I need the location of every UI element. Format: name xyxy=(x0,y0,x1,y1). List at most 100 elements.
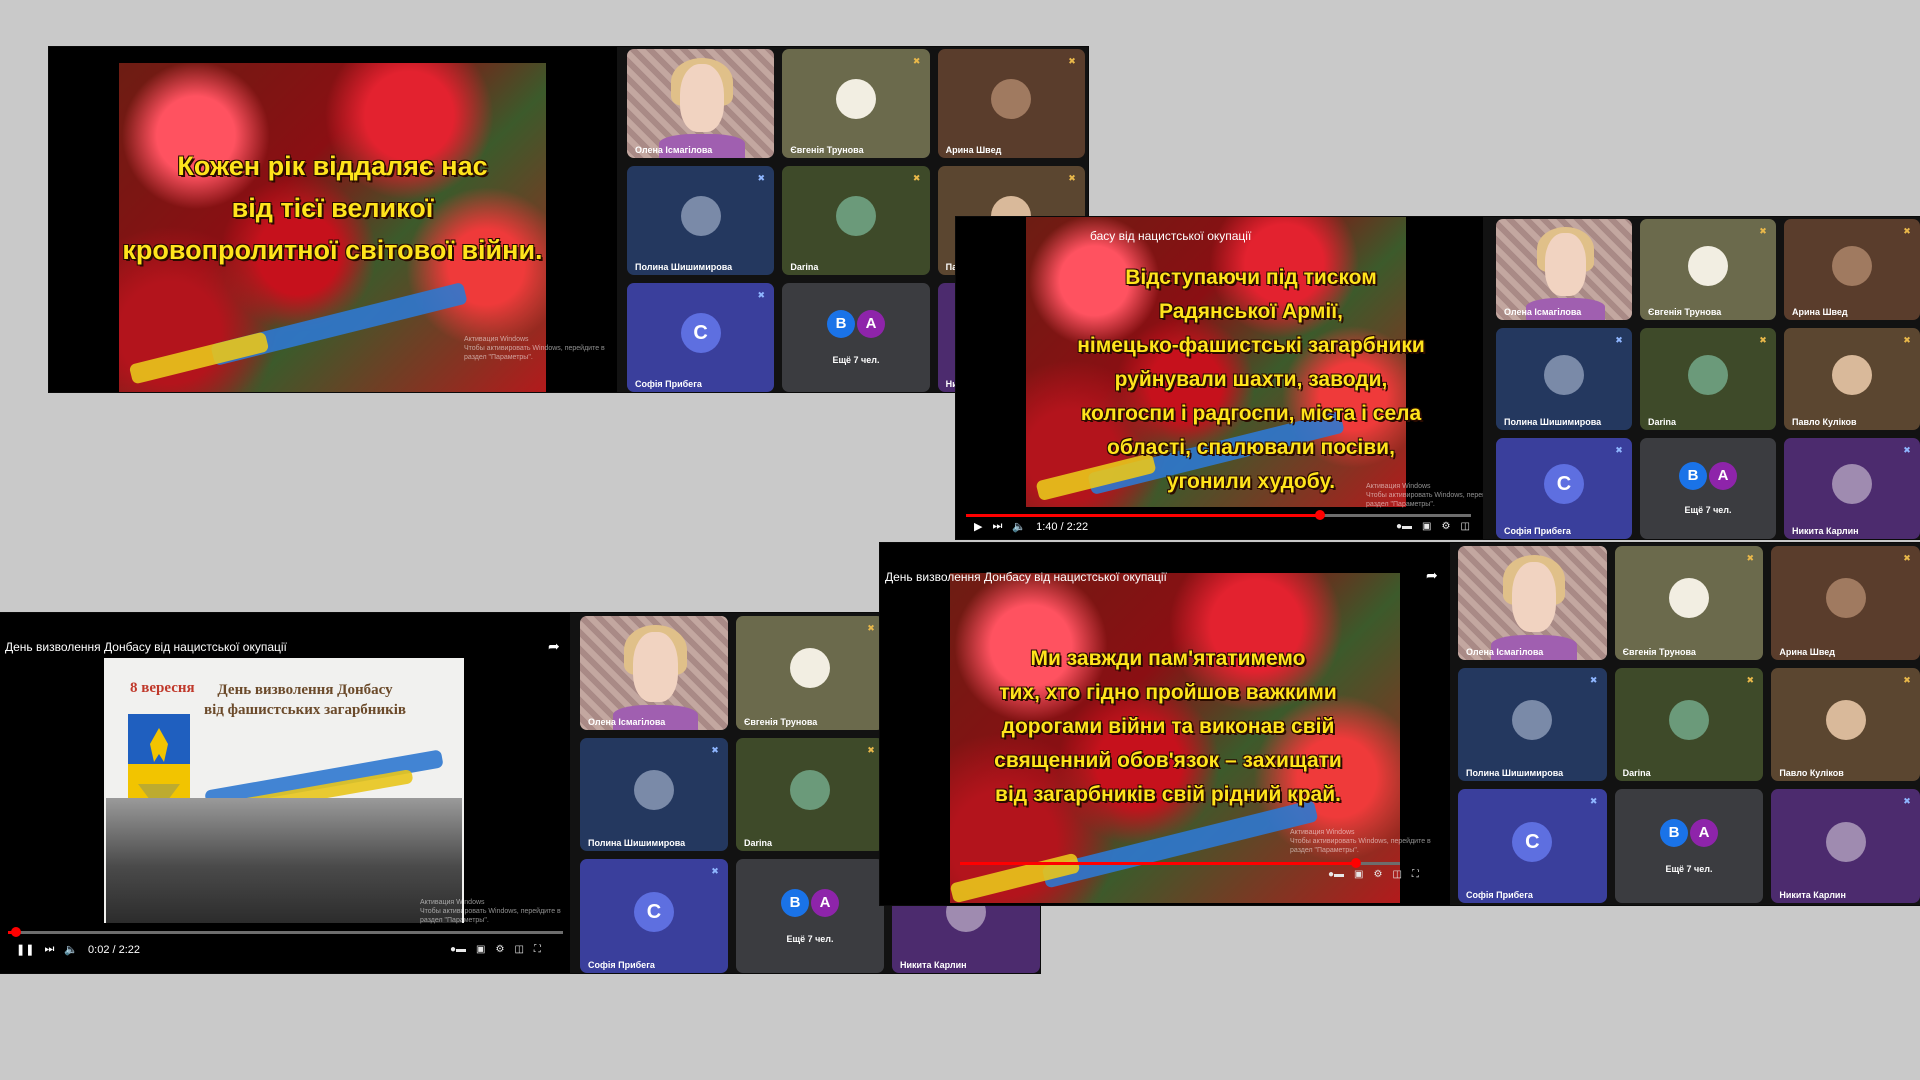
windows-watermark: Активация Windows Чтобы активировать Wind… xyxy=(1366,483,1483,508)
avatar xyxy=(1544,354,1584,395)
cast-icon[interactable]: ◫ xyxy=(1392,869,1401,880)
participant-tile[interactable]: B A Ещё 7 чел. xyxy=(736,859,884,973)
autoplay-toggle-icon[interactable]: ●▬ xyxy=(1328,869,1344,880)
participant-tile[interactable]: Євгенія Трунова ✖ xyxy=(1614,546,1764,660)
participant-tile[interactable]: Євгенія Трунова ✖ xyxy=(782,49,930,158)
avatar xyxy=(790,648,830,689)
participant-name: Софія Прибега xyxy=(1504,526,1571,536)
participant-tile[interactable]: Олена Ісмагілова xyxy=(580,616,728,730)
autoplay-toggle-icon[interactable]: ●▬ xyxy=(1396,521,1412,532)
participant-tile[interactable]: Арина Швед ✖ xyxy=(1784,219,1920,321)
mic-muted-icon: ✖ xyxy=(1615,444,1623,455)
video-player[interactable]: День визволення Донбасу від нацистської … xyxy=(880,543,1450,905)
participant-name: Никита Карлин xyxy=(1779,889,1846,900)
war-photo xyxy=(106,798,462,923)
avatar xyxy=(1825,578,1866,619)
participant-name: Darina xyxy=(790,262,819,272)
cast-icon[interactable]: ◫ xyxy=(514,944,523,955)
participants-grid: Олена ІсмагіловаЄвгенія Трунова✖Арина Шв… xyxy=(1458,546,1920,903)
participant-tile[interactable]: Полина Шишимирова ✖ xyxy=(1496,328,1632,430)
participant-tile[interactable]: Полина Шишимирова ✖ xyxy=(627,166,775,275)
pause-icon[interactable]: ❚❚ xyxy=(16,943,34,956)
player-controls-right: ●▬ ▣ ⚙ ◫ xyxy=(1396,521,1470,532)
avatar xyxy=(1825,821,1866,862)
avatar xyxy=(991,79,1032,120)
subtitle-text: Ми завжди пам'ятатимемо тих, хто гідно п… xyxy=(994,647,1342,806)
participant-tile[interactable]: C Софія Прибега ✖ xyxy=(627,283,775,392)
video-progress-bar[interactable] xyxy=(8,927,563,937)
mic-muted-icon: ✖ xyxy=(1903,796,1911,807)
participant-tile[interactable]: Євгенія Трунова ✖ xyxy=(736,616,884,730)
participant-tile[interactable]: Никита Карлин ✖ xyxy=(1784,437,1920,539)
avatar xyxy=(1512,699,1553,740)
avatar xyxy=(1825,699,1866,740)
play-icon[interactable]: ▶ xyxy=(974,520,982,533)
video-player[interactable]: Кожен рік віддаляє нас від тієї великої … xyxy=(49,47,617,392)
participant-video xyxy=(1496,219,1632,321)
participant-tile[interactable]: B A Ещё 7 чел. xyxy=(782,283,930,392)
more-participants-label: Ещё 7 чел. xyxy=(1665,864,1713,875)
participant-name: Євгенія Трунова xyxy=(790,145,864,155)
participant-tile[interactable]: Darina ✖ xyxy=(1640,328,1776,430)
participant-tile[interactable]: Олена Ісмагілова xyxy=(1458,546,1607,660)
participant-tile[interactable]: Darina ✖ xyxy=(736,737,884,852)
avatar xyxy=(1832,354,1872,395)
share-icon[interactable]: ➦ xyxy=(548,638,560,655)
volume-icon[interactable]: 🔈 xyxy=(1012,520,1026,533)
participant-tile[interactable]: Никита Карлин ✖ xyxy=(1771,789,1920,903)
captions-icon[interactable]: ▣ xyxy=(1354,869,1363,880)
avatar xyxy=(790,769,830,810)
participant-name: Арина Швед xyxy=(1779,646,1835,657)
progress-knob[interactable] xyxy=(11,927,22,937)
participant-tile[interactable]: Darina ✖ xyxy=(1614,667,1764,782)
participant-tile[interactable]: Павло Кулiков ✖ xyxy=(1784,328,1920,430)
avatar: C xyxy=(634,891,674,932)
settings-gear-icon[interactable]: ⚙ xyxy=(1442,521,1451,532)
avatar: C xyxy=(680,313,721,354)
cast-icon[interactable]: ◫ xyxy=(1460,521,1469,532)
participant-name: Євгенія Трунова xyxy=(1648,307,1722,318)
participant-tile[interactable]: Олена Ісмагілова xyxy=(1496,219,1632,321)
participant-tile[interactable]: B A Ещё 7 чел. xyxy=(1614,789,1764,903)
captions-icon[interactable]: ▣ xyxy=(1422,521,1431,532)
participant-tile[interactable]: Олена Ісмагілова xyxy=(627,49,775,158)
progress-knob[interactable] xyxy=(1314,510,1325,520)
participant-tile[interactable]: Полина Шишимирова ✖ xyxy=(580,737,728,852)
mic-muted-icon: ✖ xyxy=(1903,335,1911,346)
autoplay-toggle-icon[interactable]: ●▬ xyxy=(450,944,466,955)
progress-knob[interactable] xyxy=(1351,858,1361,868)
avatar xyxy=(835,196,876,237)
participant-name: Олена Ісмагілова xyxy=(635,145,713,155)
settings-gear-icon[interactable]: ⚙ xyxy=(496,944,505,955)
participant-tile[interactable]: Павло Кулiков ✖ xyxy=(1771,667,1920,782)
share-icon[interactable]: ➦ xyxy=(1426,567,1438,584)
captions-icon[interactable]: ▣ xyxy=(476,944,485,955)
avatar xyxy=(1832,245,1872,286)
participant-tile[interactable]: C Софія Прибега ✖ xyxy=(1496,437,1632,539)
mic-muted-icon: ✖ xyxy=(1068,56,1076,66)
participant-tile[interactable]: Полина Шишимирова ✖ xyxy=(1458,667,1607,782)
fullscreen-icon[interactable]: ⛶ xyxy=(534,944,541,955)
settings-gear-icon[interactable]: ⚙ xyxy=(1374,869,1383,880)
participant-tile[interactable]: Darina ✖ xyxy=(782,166,930,275)
next-icon[interactable]: ⏭ xyxy=(44,943,54,956)
video-progress-bar[interactable] xyxy=(960,858,1400,868)
volume-icon[interactable]: 🔈 xyxy=(64,943,78,956)
participant-tile[interactable]: Арина Швед ✖ xyxy=(937,49,1085,158)
participant-tile[interactable]: Арина Швед ✖ xyxy=(1771,546,1920,660)
video-player[interactable]: День визволення Донбасу від нацистської … xyxy=(0,613,570,973)
video-progress-bar[interactable] xyxy=(966,510,1471,520)
video-title: басу від нацистської окупації xyxy=(1090,229,1252,243)
participant-tile[interactable]: Євгенія Трунова ✖ xyxy=(1640,219,1776,321)
next-icon[interactable]: ⏭ xyxy=(992,520,1002,533)
fullscreen-icon[interactable]: ⛶ xyxy=(1412,869,1419,880)
progress-fill xyxy=(960,862,1356,865)
player-controls: ▶ ⏭ 🔈 1:40 / 2:22 xyxy=(974,520,1088,533)
video-player[interactable]: басу від нацистської окупації Відступаюч… xyxy=(956,217,1483,539)
participant-tile[interactable]: C Софія Прибега ✖ xyxy=(1458,789,1607,903)
participant-tile[interactable]: B A Ещё 7 чел. xyxy=(1640,437,1776,539)
screenshot-2: басу від нацистської окупації Відступаюч… xyxy=(956,217,1920,539)
participant-tile[interactable]: C Софія Прибега ✖ xyxy=(580,859,728,973)
avatar xyxy=(1688,354,1728,395)
more-participants-label: Ещё 7 чел. xyxy=(786,934,834,945)
